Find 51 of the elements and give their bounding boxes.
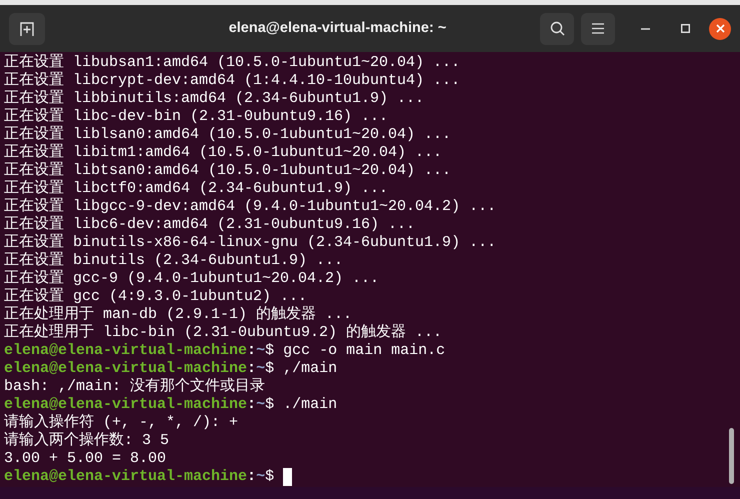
search-icon (550, 21, 564, 36)
prompt-separator: : (247, 342, 256, 360)
output-line: 正在设置 binutils-x86-64-linux-gnu (2.34-6ubuntu1.9) ... (4, 234, 496, 252)
output-line: 正在设置 libcrypt-dev:amd64 (1:4.4.10-10ubuntu4) ... (4, 72, 460, 90)
prompt-symbol: $ (265, 468, 274, 486)
output-line: 正在设置 binutils (2.34-6ubuntu1.9) ... (4, 252, 344, 270)
output-line: 请输入两个操作数: 3 5 (4, 432, 170, 450)
output-line: 正在设置 gcc (4:9.3.0-1ubuntu2) ... (4, 288, 308, 306)
minimize-icon (640, 28, 650, 30)
output-line: 正在设置 liblsan0:amd64 (10.5.0-1ubuntu1~20.04) ... (4, 126, 452, 144)
command-text: gcc -o main main.c (282, 342, 446, 360)
menu-button[interactable] (581, 12, 615, 44)
output-line: 正在设置 gcc-9 (9.4.0-1ubuntu1~20.04.2) ... (4, 270, 380, 288)
output-line: 正在设置 libtsan0:amd64 (10.5.0-1ubuntu1~20.04) ... (4, 162, 452, 180)
close-icon (716, 24, 724, 33)
prompt-symbol: $ (265, 396, 274, 414)
output-line: bash: ,/main: 没有那个文件或目录 (4, 378, 266, 396)
output-line: 正在设置 libctf0:amd64 (2.34-6ubuntu1.9) ... (4, 180, 388, 198)
menu-icon (592, 23, 604, 34)
output-line: 正在处理用于 man-db (2.9.1-1) 的触发器 ... (4, 306, 352, 324)
output-line: 正在处理用于 libc-bin (2.31-0ubuntu9.2) 的触发器 ... (4, 324, 442, 342)
output-line: 正在设置 libc-dev-bin (2.31-0ubuntu9.16) ... (4, 108, 388, 126)
prompt-path: ~ (256, 396, 266, 414)
output-line: 请输入操作符 (+, -, *, /): + (4, 414, 238, 432)
new-tab-icon (19, 20, 35, 36)
prompt-path: ~ (256, 342, 266, 360)
prompt-user-host: elena@elena-virtual-machine (4, 396, 248, 414)
prompt-path: ~ (256, 468, 266, 486)
output-line: 正在设置 libgcc-9-dev:amd64 (9.4.0-1ubuntu1~20.04.2) ... (4, 198, 496, 216)
new-tab-button[interactable] (9, 12, 45, 44)
scrollbar[interactable] (729, 428, 734, 484)
prompt-user-host: elena@elena-virtual-machine (4, 468, 248, 486)
search-button[interactable] (540, 12, 574, 44)
command-text: ,/main (282, 360, 338, 378)
output-line: 正在设置 libubsan1:amd64 (10.5.0-1ubuntu1~20.04) ... (4, 54, 460, 72)
window-title: elena@elena-virtual-machine: ~ (228, 18, 446, 38)
close-button[interactable] (709, 18, 731, 40)
output-line: 正在设置 libc6-dev:amd64 (2.31-0ubuntu9.16) ... (4, 216, 416, 234)
prompt-symbol: $ (265, 342, 274, 360)
prompt-path: ~ (256, 360, 266, 378)
prompt-user-host: elena@elena-virtual-machine (4, 360, 248, 378)
prompt-separator: : (247, 396, 256, 414)
prompt-symbol: $ (265, 360, 274, 378)
maximize-icon (680, 24, 690, 33)
prompt-user-host: elena@elena-virtual-machine (4, 342, 248, 360)
output-line: 3.00 + 5.00 = 8.00 (4, 450, 166, 468)
command-text: ./main (282, 396, 338, 414)
output-line: 正在设置 libbinutils:amd64 (2.34-6ubuntu1.9) ... (4, 90, 424, 108)
prompt-separator: : (247, 468, 256, 486)
prompt-separator: : (247, 360, 256, 378)
output-line: 正在设置 libitm1:amd64 (10.5.0-1ubuntu1~20.04) ... (4, 144, 442, 162)
